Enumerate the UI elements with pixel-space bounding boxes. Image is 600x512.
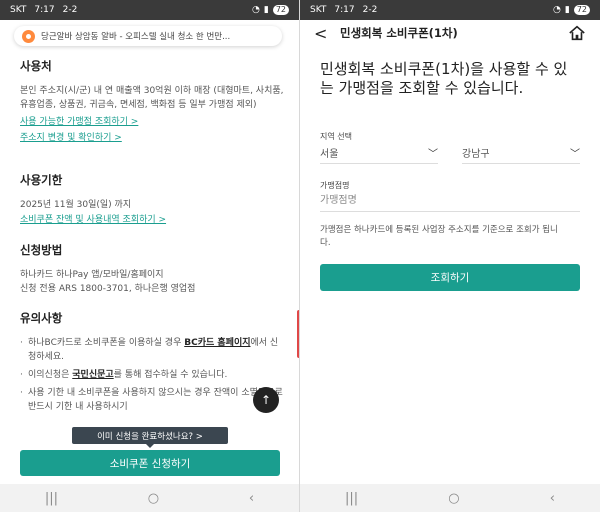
- sinmungo-link[interactable]: 국민신문고: [72, 370, 113, 380]
- status-bar: SKT 7:17 2-2 ◔ ▮ 72: [300, 0, 600, 20]
- android-nav-bar: ||| ○ ‹: [300, 484, 600, 512]
- notice-item: 하나BC카드로 소비쿠폰을 이용하실 경우 BC카드 홈페이지에서 신청하세요.: [20, 336, 284, 364]
- notice-section: 유의사항 하나BC카드로 소비쿠폰을 이용하실 경우 BC카드 홈페이지에서 신…: [20, 310, 284, 418]
- city-value: 서울: [320, 149, 339, 160]
- android-nav-bar: ||| ○ ‹: [0, 484, 299, 512]
- merchant-search-link[interactable]: 사용 가능한 가맹점 조회하기 >: [20, 114, 284, 130]
- clock: 7:17: [334, 5, 355, 15]
- arrow-up-icon: ↑: [260, 393, 272, 407]
- merchant-name-input[interactable]: [320, 190, 580, 212]
- battery-level: 72: [573, 5, 590, 15]
- daangn-logo-icon: [22, 29, 35, 43]
- left-screen: SKT 7:17 2-2 ◔ ▮ 72 당근알바 상암동 알바 - 오피스텔 실…: [0, 0, 300, 512]
- back-icon[interactable]: ‹: [550, 491, 555, 506]
- home-icon[interactable]: ○: [448, 491, 459, 506]
- carrier-label: SKT: [10, 5, 27, 15]
- period-body: 2025년 11월 30일(일) 까지: [20, 200, 132, 210]
- recent-apps-icon[interactable]: |||: [345, 491, 358, 506]
- wifi-icon: ◔: [252, 5, 260, 15]
- notice-item: 사용 기한 내 소비쿠폰을 사용하지 않으시는 경우 잔액이 소멸되므로 반드시…: [20, 386, 284, 414]
- scroll-top-button[interactable]: ↑: [253, 387, 279, 413]
- search-note: 가맹점은 하나카드에 등록된 사업장 주소지를 기준으로 조회가 됩니다.: [320, 225, 558, 248]
- bc-card-link[interactable]: BC카드 홈페이지: [184, 338, 250, 348]
- region-label: 지역 선택: [320, 132, 352, 141]
- signal-icon: ▮: [263, 5, 269, 15]
- back-arrow-icon[interactable]: <: [314, 24, 330, 43]
- section-title: 사용처: [20, 59, 52, 73]
- section-title: 사용기한: [20, 173, 63, 187]
- battery-level: 72: [272, 5, 289, 15]
- apply-method-section: 신청방법 하나카드 하나Pay 앱/모바일/홈페이지 신청 전용 ARS 180…: [20, 242, 284, 296]
- page-header: < 민생회복 소비쿠폰(1차): [300, 20, 600, 46]
- back-icon[interactable]: ‹: [249, 491, 254, 506]
- section-title: 신청방법: [20, 243, 63, 257]
- wifi-icon: ◔: [553, 5, 561, 15]
- signal-icon: ▮: [564, 5, 570, 15]
- status-mid: 2-2: [62, 5, 78, 15]
- apply-method-line: 신청 전용 ARS 1800-3701, 하나은행 영업점: [20, 284, 196, 294]
- recent-apps-icon[interactable]: |||: [45, 491, 58, 506]
- carrier-label: SKT: [310, 5, 327, 15]
- chevron-down-icon: ﹀: [428, 149, 438, 160]
- usage-place-body: 본인 주소지(시/군) 내 연 매출액 30억원 이하 매장 (대형마트, 사치…: [20, 86, 284, 110]
- apply-method-line: 하나카드 하나Pay 앱/모바일/홈페이지: [20, 270, 164, 280]
- status-mid: 2-2: [362, 5, 378, 15]
- period-section: 사용기한 2025년 11월 30일(일) 까지 소비쿠폰 잔액 및 사용내역 …: [20, 172, 284, 228]
- home-icon[interactable]: [568, 24, 586, 42]
- section-title: 유의사항: [20, 311, 63, 325]
- search-button[interactable]: 조회하기: [320, 264, 580, 291]
- home-icon[interactable]: ○: [148, 491, 159, 506]
- address-check-link[interactable]: 주소지 변경 및 확인하기 >: [20, 130, 284, 146]
- district-value: 강남구: [462, 149, 490, 160]
- already-applied-tooltip[interactable]: 이미 신청을 완료하셨나요? >: [72, 427, 228, 448]
- balance-history-link[interactable]: 소비쿠폰 잔액 및 사용내역 조회하기 >: [20, 212, 284, 228]
- right-screen: SKT 7:17 2-2 ◔ ▮ 72 < 민생회복 소비쿠폰(1차) 민생회복…: [300, 0, 600, 512]
- apply-coupon-button[interactable]: 소비쿠폰 신청하기: [20, 450, 280, 476]
- notice-item: 이의신청은 국민신문고를 통해 접수하실 수 있습니다.: [20, 368, 284, 382]
- city-select[interactable]: 서울 ﹀: [320, 142, 438, 164]
- district-select[interactable]: 강남구 ﹀: [462, 142, 580, 164]
- chevron-down-icon: ﹀: [570, 149, 580, 160]
- clock: 7:17: [34, 5, 55, 15]
- page-title: 민생회복 소비쿠폰(1차): [340, 26, 458, 40]
- status-bar: SKT 7:17 2-2 ◔ ▮ 72: [0, 0, 299, 20]
- ad-text: 당근알바 상암동 알바 - 오피스텔 실내 청소 한 번만...: [41, 32, 231, 42]
- headline: 민생회복 소비쿠폰(1차)을 사용할 수 있는 가맹점을 조회할 수 있습니다.: [320, 60, 568, 97]
- usage-place-section: 사용처 본인 주소지(시/군) 내 연 매출액 30억원 이하 매장 (대형마트…: [20, 58, 284, 146]
- ad-banner[interactable]: 당근알바 상암동 알바 - 오피스텔 실내 청소 한 번만...: [14, 26, 282, 46]
